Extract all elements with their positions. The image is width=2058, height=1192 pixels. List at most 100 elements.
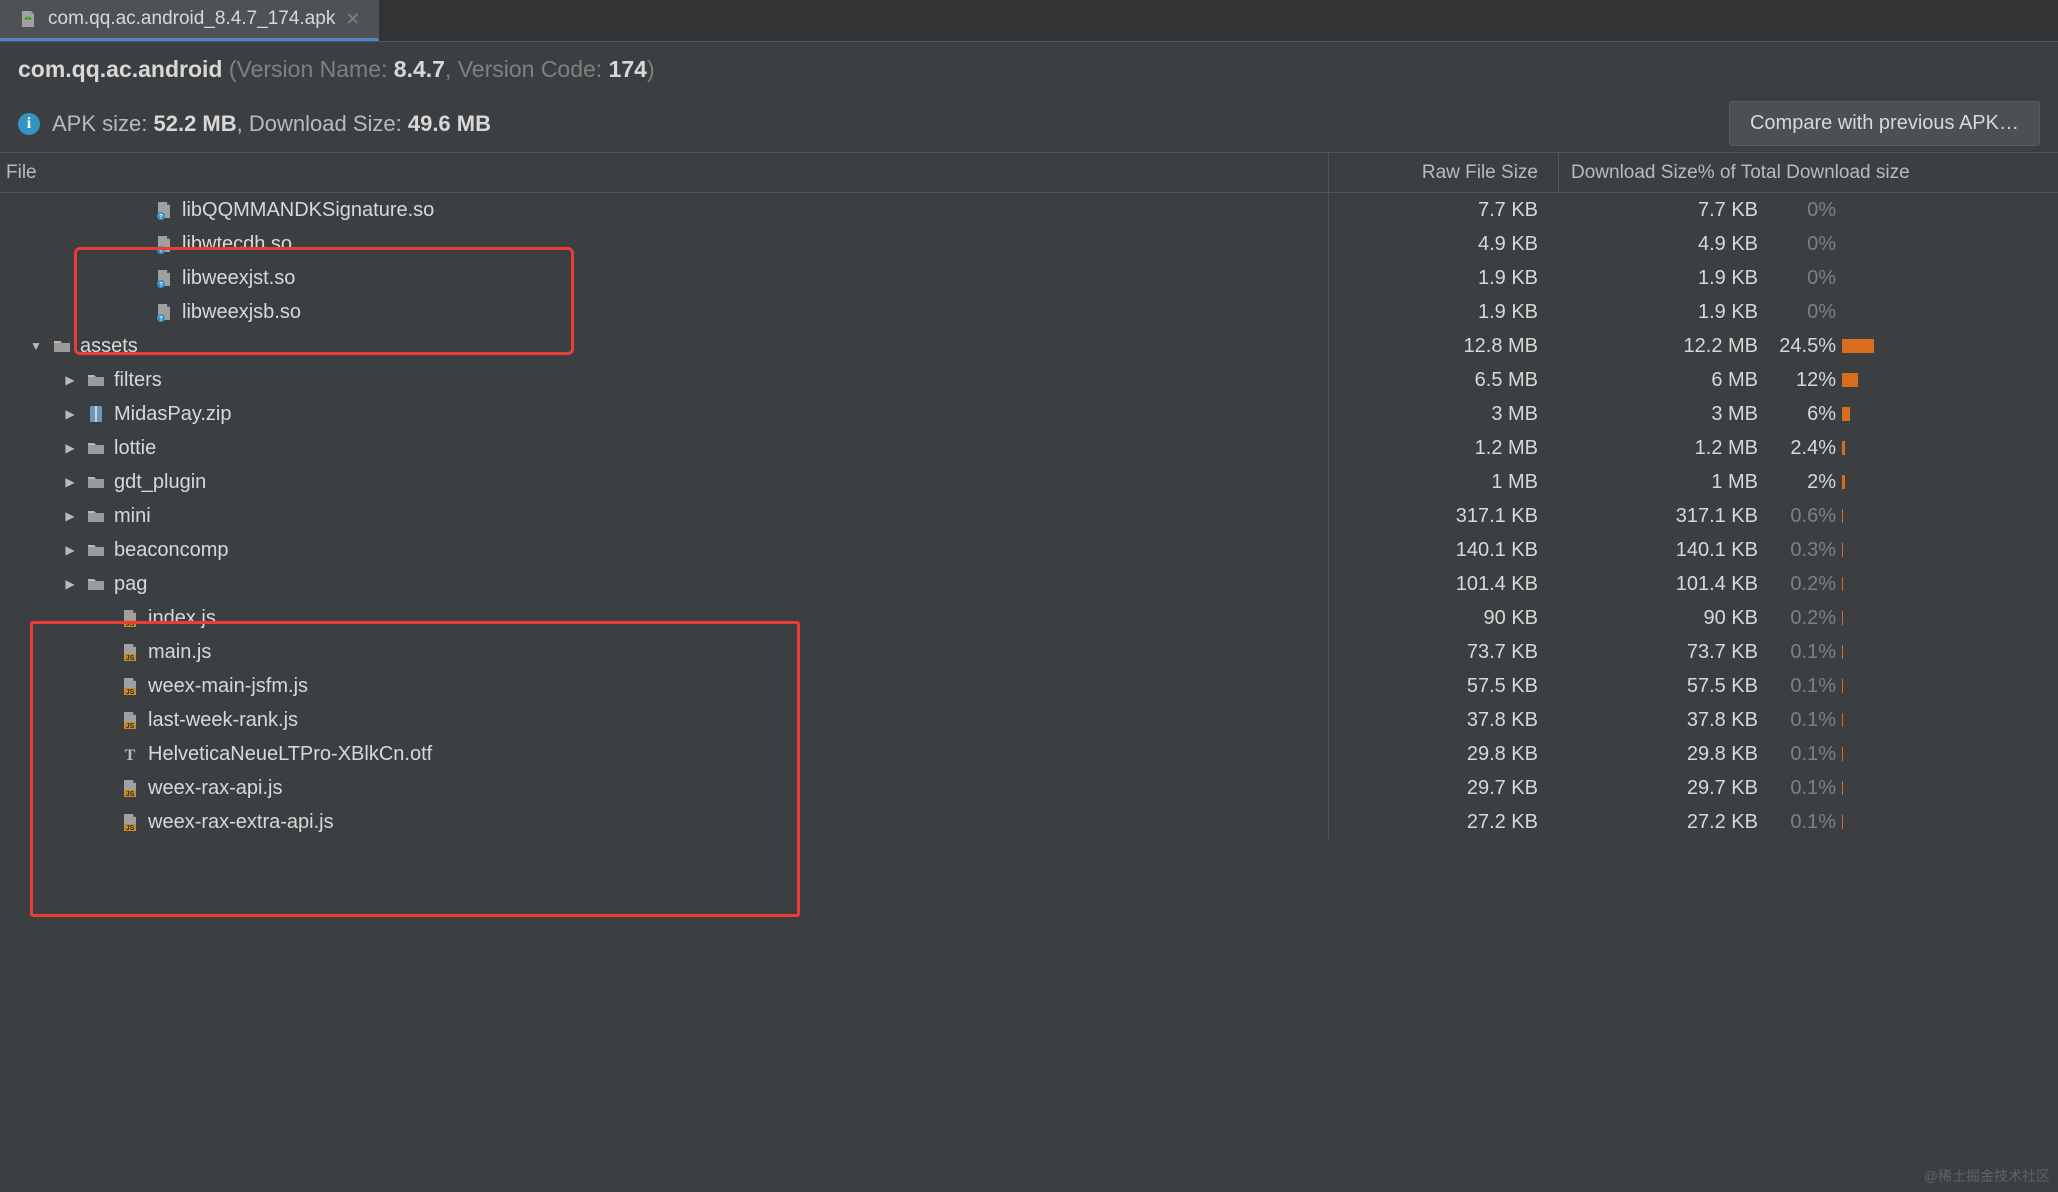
table-row[interactable]: ?libwtecdh.so4.9 KB4.9 KB0% [0,227,2058,261]
download-size-value: 317.1 KB [1558,505,1768,528]
percent-bar [1842,709,2058,731]
expander-icon[interactable]: ▶ [62,508,78,524]
table-row[interactable]: JSlast-week-rank.js37.8 KB37.8 KB0.1% [0,703,2058,737]
download-size-value: 1.9 KB [1558,267,1768,290]
expander-icon[interactable]: ▶ [62,576,78,592]
watermark: @稀土掘金技术社区 [1924,1166,2050,1186]
folder-icon [86,574,106,594]
table-row[interactable]: JSweex-rax-api.js29.7 KB29.7 KB0.1% [0,771,2058,805]
expander-icon[interactable]: ▶ [62,372,78,388]
unknown-icon: ? [154,200,174,220]
download-size-value: 1 MB [1558,471,1768,494]
column-file[interactable]: File [0,162,1328,184]
svg-text:?: ? [159,282,163,288]
percent-of-total-value: 0.1% [1768,777,1842,800]
table-row[interactable]: ▶lottie1.2 MB1.2 MB2.4% [0,431,2058,465]
download-size-value: 29.7 KB [1558,777,1768,800]
folder-icon [86,506,106,526]
table-row[interactable]: ▶MidasPay.zip3 MB3 MB6% [0,397,2058,431]
percent-of-total-value: 0% [1768,233,1842,256]
folder-icon [86,438,106,458]
raw-file-size-value: 4.9 KB [1328,227,1558,261]
percent-of-total-value: 0% [1768,267,1842,290]
tab-apk-analyzer[interactable]: com.qq.ac.android_8.4.7_174.apk ✕ [0,0,379,41]
column-download-size-pct[interactable]: Download Size% of Total Download size [1558,153,2058,192]
apk-size-line: i APK size: 52.2 MB, Download Size: 49.6… [18,111,491,137]
file-name: weex-rax-api.js [148,777,282,800]
percent-bar [1842,811,2058,833]
percent-of-total-value: 6% [1768,403,1842,426]
table-row[interactable]: ▶pag101.4 KB101.4 KB0.2% [0,567,2058,601]
file-name: last-week-rank.js [148,709,298,732]
percent-of-total-value: 12% [1768,369,1842,392]
folder-icon [52,336,72,356]
table-row[interactable]: ▼assets12.8 MB12.2 MB24.5% [0,329,2058,363]
table-row[interactable]: JSmain.js73.7 KB73.7 KB0.1% [0,635,2058,669]
apk-header: com.qq.ac.android (Version Name: 8.4.7, … [0,42,2058,153]
table-row[interactable]: JSweex-rax-extra-api.js27.2 KB27.2 KB0.1… [0,805,2058,839]
download-size-value: 3 MB [1558,403,1768,426]
percent-of-total-value: 0.2% [1768,607,1842,630]
percent-of-total-value: 0.1% [1768,675,1842,698]
js-icon: JS [120,608,140,628]
percent-bar [1842,641,2058,663]
version-name-value: 8.4.7 [394,56,445,82]
file-name: index.js [148,607,216,630]
unknown-icon: ? [154,302,174,322]
apk-icon [18,9,38,29]
expander-icon[interactable]: ▶ [62,474,78,490]
download-size-value: 1.9 KB [1558,301,1768,324]
font-icon: T [120,744,140,764]
info-icon: i [18,113,40,135]
compare-previous-apk-button[interactable]: Compare with previous APK… [1729,101,2040,146]
percent-bar [1842,267,2058,289]
table-row[interactable]: ?libQQMMANDKSignature.so7.7 KB7.7 KB0% [0,193,2058,227]
file-name: filters [114,369,162,392]
table-row[interactable]: JSweex-main-jsfm.js57.5 KB57.5 KB0.1% [0,669,2058,703]
close-icon[interactable]: ✕ [345,10,360,28]
percent-bar [1842,369,2058,391]
table-row[interactable]: ▶beaconcomp140.1 KB140.1 KB0.3% [0,533,2058,567]
svg-text:JS: JS [126,791,135,798]
download-size-value: 57.5 KB [1558,675,1768,698]
table-row[interactable]: ?libweexjst.so1.9 KB1.9 KB0% [0,261,2058,295]
raw-file-size-value: 1.9 KB [1328,295,1558,329]
raw-file-size-value: 1.2 MB [1328,431,1558,465]
column-raw-size[interactable]: Raw File Size [1328,153,1558,192]
table-row[interactable]: JSindex.js90 KB90 KB0.2% [0,601,2058,635]
svg-text:JS: JS [126,723,135,730]
raw-file-size-value: 317.1 KB [1328,499,1558,533]
percent-of-total-value: 0% [1768,301,1842,324]
expander-icon[interactable]: ▼ [28,338,44,354]
file-name: beaconcomp [114,539,229,562]
expander-icon[interactable]: ▶ [62,542,78,558]
raw-file-size-value: 57.5 KB [1328,669,1558,703]
table-row[interactable]: THelveticaNeueLTPro-XBlkCn.otf29.8 KB29.… [0,737,2058,771]
file-name: HelveticaNeueLTPro-XBlkCn.otf [148,743,432,766]
file-name: MidasPay.zip [114,403,231,426]
percent-bar [1842,471,2058,493]
raw-file-size-value: 101.4 KB [1328,567,1558,601]
table-row[interactable]: ▶mini317.1 KB317.1 KB0.6% [0,499,2058,533]
download-size-value: 27.2 KB [1558,811,1768,834]
zip-icon [86,404,106,424]
table-row[interactable]: ▶filters6.5 MB6 MB12% [0,363,2058,397]
expander-icon[interactable]: ▶ [62,440,78,456]
expander-icon[interactable]: ▶ [62,406,78,422]
table-row[interactable]: ▶gdt_plugin1 MB1 MB2% [0,465,2058,499]
file-tree[interactable]: ?libQQMMANDKSignature.so7.7 KB7.7 KB0%?l… [0,193,2058,839]
download-size-value: 12.2 MB [1558,335,1768,358]
raw-file-size-value: 140.1 KB [1328,533,1558,567]
js-icon: JS [120,778,140,798]
file-name: lottie [114,437,156,460]
raw-file-size-value: 7.7 KB [1328,193,1558,227]
raw-file-size-value: 73.7 KB [1328,635,1558,669]
folder-icon [86,370,106,390]
version-code-value: 174 [609,56,647,82]
percent-bar [1842,199,2058,221]
table-row[interactable]: ?libweexjsb.so1.9 KB1.9 KB0% [0,295,2058,329]
download-size-value: 7.7 KB [1558,199,1768,222]
unknown-icon: ? [154,268,174,288]
table-header: File Raw File Size Download Size% of Tot… [0,153,2058,193]
unknown-icon: ? [154,234,174,254]
